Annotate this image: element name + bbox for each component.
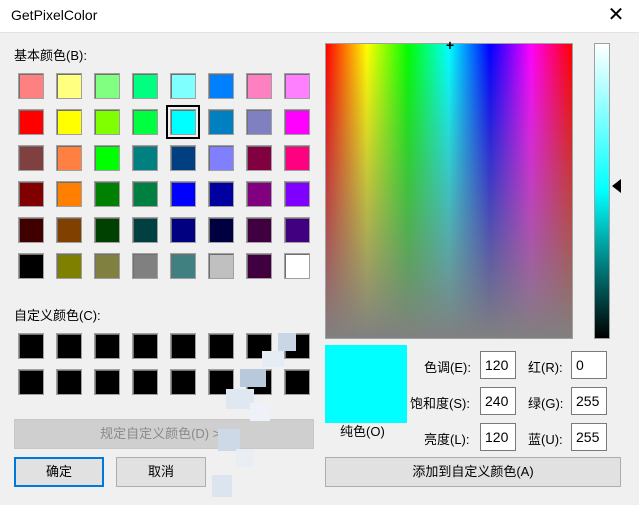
red-label: 红(R): <box>528 360 563 375</box>
basic-color-swatch[interactable] <box>284 73 310 99</box>
basic-color-swatch[interactable] <box>246 181 272 207</box>
custom-color-swatch[interactable] <box>208 369 234 395</box>
color-dialog: 基本颜色(B): 自定义颜色(C): 规定自定义颜色(D) >> 确定 取消 +… <box>0 32 639 505</box>
custom-color-swatch[interactable] <box>18 369 44 395</box>
luminance-arrow-icon[interactable] <box>612 179 621 193</box>
custom-color-swatch[interactable] <box>284 333 310 359</box>
basic-color-swatch[interactable] <box>246 253 272 279</box>
basic-color-swatch[interactable] <box>132 217 158 243</box>
basic-color-swatch[interactable] <box>208 109 234 135</box>
basic-color-swatch[interactable] <box>56 253 82 279</box>
basic-color-swatch[interactable] <box>208 73 234 99</box>
hue-field[interactable]: 120 <box>480 351 516 379</box>
basic-color-swatch[interactable] <box>170 253 196 279</box>
window-title: GetPixelColor <box>11 7 98 23</box>
basic-color-swatch[interactable] <box>246 73 272 99</box>
basic-color-swatch[interactable] <box>132 253 158 279</box>
basic-color-swatch[interactable] <box>18 253 44 279</box>
luminance-label: 亮度(L): <box>424 432 470 447</box>
color-preview <box>325 345 407 423</box>
basic-color-swatch[interactable] <box>208 181 234 207</box>
basic-color-swatch[interactable] <box>284 181 310 207</box>
custom-colors-label: 自定义颜色(C): <box>14 308 101 323</box>
basic-color-swatch[interactable] <box>208 145 234 171</box>
basic-color-swatch[interactable] <box>132 109 158 135</box>
green-label: 绿(G): <box>528 396 564 411</box>
hue-label: 色调(E): <box>424 360 471 375</box>
crosshair-icon: + <box>445 37 455 53</box>
add-to-custom-colors-button[interactable]: 添加到自定义颜色(A) <box>325 457 621 487</box>
title-bar: GetPixelColor ✕ <box>0 0 639 32</box>
basic-color-swatch[interactable] <box>94 73 120 99</box>
basic-color-swatch[interactable] <box>170 181 196 207</box>
custom-color-swatch[interactable] <box>94 333 120 359</box>
ok-button[interactable]: 确定 <box>14 457 104 487</box>
basic-color-swatch[interactable] <box>132 73 158 99</box>
cancel-button[interactable]: 取消 <box>116 457 206 487</box>
green-field[interactable]: 255 <box>571 387 607 415</box>
basic-color-swatch[interactable] <box>56 217 82 243</box>
basic-color-swatch[interactable] <box>170 145 196 171</box>
basic-color-swatch[interactable] <box>18 109 44 135</box>
basic-color-swatch[interactable] <box>284 145 310 171</box>
custom-color-swatch[interactable] <box>208 333 234 359</box>
basic-color-swatch[interactable] <box>56 145 82 171</box>
basic-color-swatch[interactable] <box>56 181 82 207</box>
custom-color-swatch[interactable] <box>246 369 272 395</box>
solid-color-label[interactable]: 纯色(O) <box>340 421 385 440</box>
blue-field[interactable]: 255 <box>571 423 607 451</box>
basic-color-swatch[interactable] <box>56 73 82 99</box>
basic-color-swatch[interactable] <box>284 217 310 243</box>
custom-color-swatch[interactable] <box>170 369 196 395</box>
basic-color-swatch[interactable] <box>18 217 44 243</box>
red-field[interactable]: 0 <box>571 351 607 379</box>
custom-color-swatch[interactable] <box>56 333 82 359</box>
saturation-label: 饱和度(S): <box>410 396 470 411</box>
custom-color-swatch[interactable] <box>56 369 82 395</box>
basic-color-swatch[interactable] <box>170 73 196 99</box>
basic-color-swatch[interactable] <box>18 145 44 171</box>
saturation-field[interactable]: 240 <box>480 387 516 415</box>
basic-color-swatch[interactable] <box>246 109 272 135</box>
basic-color-swatch[interactable] <box>284 253 310 279</box>
luminance-field[interactable]: 120 <box>480 423 516 451</box>
define-custom-colors-button[interactable]: 规定自定义颜色(D) >> <box>14 419 314 449</box>
custom-color-swatch[interactable] <box>284 369 310 395</box>
close-icon[interactable]: ✕ <box>605 4 627 26</box>
basic-color-swatch[interactable] <box>94 217 120 243</box>
basic-color-swatch[interactable] <box>246 145 272 171</box>
custom-color-swatch[interactable] <box>132 369 158 395</box>
basic-color-swatch[interactable] <box>208 253 234 279</box>
luminance-bar[interactable] <box>594 43 610 339</box>
custom-color-swatch[interactable] <box>132 333 158 359</box>
basic-color-swatch[interactable] <box>18 73 44 99</box>
custom-color-swatch[interactable] <box>246 333 272 359</box>
custom-colors-grid <box>18 333 310 395</box>
basic-color-swatch[interactable] <box>94 145 120 171</box>
basic-color-swatch[interactable] <box>94 253 120 279</box>
basic-color-swatch[interactable] <box>18 181 44 207</box>
custom-color-swatch[interactable] <box>170 333 196 359</box>
basic-color-swatch[interactable] <box>94 109 120 135</box>
custom-color-swatch[interactable] <box>94 369 120 395</box>
basic-color-swatch[interactable] <box>94 181 120 207</box>
custom-color-swatch[interactable] <box>18 333 44 359</box>
color-spectrum[interactable] <box>325 43 573 339</box>
basic-color-swatch[interactable] <box>208 217 234 243</box>
basic-color-swatch[interactable] <box>132 145 158 171</box>
basic-color-swatch[interactable] <box>246 217 272 243</box>
blue-label: 蓝(U): <box>528 432 563 447</box>
basic-colors-grid <box>18 73 310 279</box>
basic-color-swatch[interactable] <box>284 109 310 135</box>
basic-color-swatch[interactable] <box>166 105 200 139</box>
basic-color-swatch[interactable] <box>56 109 82 135</box>
basic-color-swatch[interactable] <box>170 217 196 243</box>
basic-color-swatch[interactable] <box>132 181 158 207</box>
basic-colors-label: 基本颜色(B): <box>14 48 87 63</box>
